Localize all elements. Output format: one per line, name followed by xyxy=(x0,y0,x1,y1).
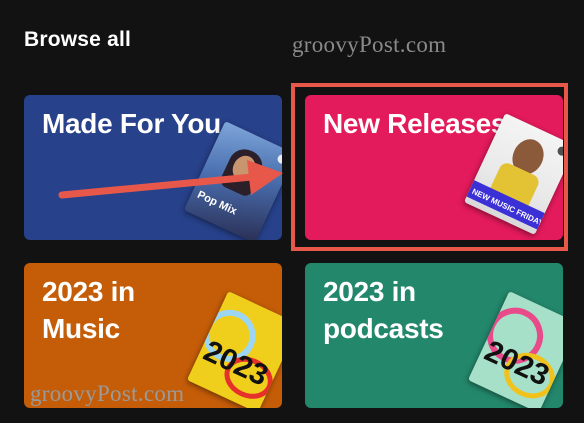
art-label: Pop Mix xyxy=(195,188,239,218)
card-title: 2023 in Music xyxy=(42,276,135,344)
card-title: 2023 in podcasts xyxy=(323,276,444,344)
2023-wrapped-music-cover-art: 2023 xyxy=(186,291,282,408)
highlight-box xyxy=(291,83,568,251)
watermark-top: groovyPost.com xyxy=(292,32,447,57)
card-2023-in-podcasts[interactable]: 2023 in podcasts 2023 xyxy=(305,263,563,408)
watermark-bottom: groovyPost.com xyxy=(30,381,185,406)
card-made-for-you[interactable]: Made For You Pop Mix xyxy=(24,95,282,240)
spotify-logo-icon xyxy=(276,153,282,166)
browse-all-heading: Browse all xyxy=(24,28,132,51)
